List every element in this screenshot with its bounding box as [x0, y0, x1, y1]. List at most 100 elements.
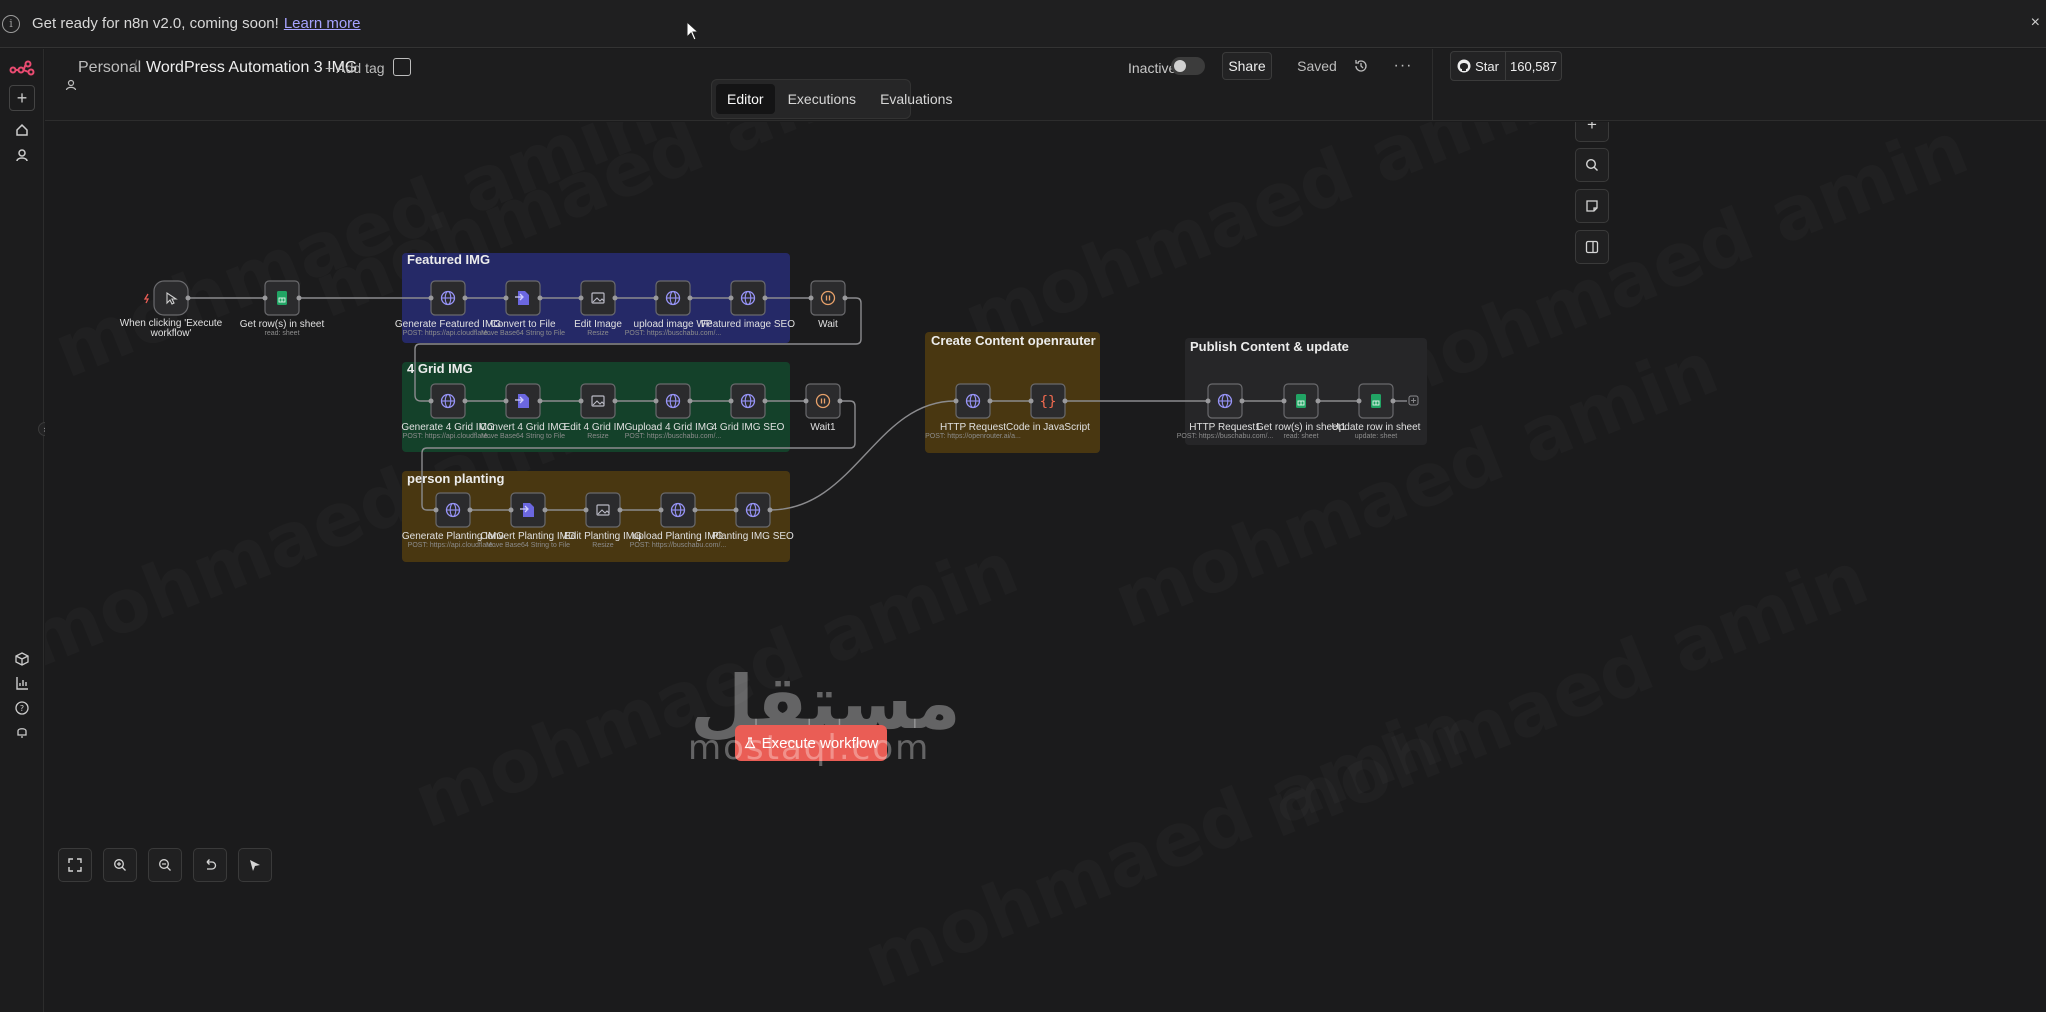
input-handle[interactable]: [1028, 398, 1034, 404]
edit-description-icon[interactable]: [393, 58, 411, 76]
input-handle[interactable]: [578, 398, 584, 404]
add-icon[interactable]: +: [9, 85, 35, 111]
workflow-node-edit-image[interactable]: Edit ImageResize: [574, 280, 622, 337]
tab-executions[interactable]: Executions: [777, 84, 867, 114]
node-subtitle: Resize: [592, 542, 614, 549]
input-handle[interactable]: [428, 295, 434, 301]
github-star-label: Star: [1475, 58, 1499, 74]
input-handle[interactable]: [808, 295, 814, 301]
home-icon[interactable]: [9, 117, 35, 143]
input-handle[interactable]: [1205, 398, 1211, 404]
tab-evaluations[interactable]: Evaluations: [869, 84, 963, 114]
input-handle[interactable]: [653, 295, 659, 301]
group-label-publish: Publish Content & update: [1190, 339, 1349, 354]
input-handle[interactable]: [433, 507, 439, 513]
output-handle[interactable]: [612, 398, 618, 404]
input-handle[interactable]: [803, 398, 809, 404]
output-handle[interactable]: [537, 295, 543, 301]
input-handle[interactable]: [578, 295, 584, 301]
input-handle[interactable]: [503, 398, 509, 404]
node-subtitle: POST: https://api.cloudflare...: [403, 330, 494, 337]
workflow-canvas[interactable]: mohmaed amin mohmaed amin mohmaed amin m…: [45, 122, 2046, 1012]
output-handle[interactable]: [987, 398, 993, 404]
github-star-widget: Star 160,587: [1450, 51, 1562, 81]
input-handle[interactable]: [728, 398, 734, 404]
zoom-out-icon[interactable]: [148, 848, 182, 882]
output-handle[interactable]: [462, 295, 468, 301]
trigger-bolt-icon: [143, 293, 150, 304]
output-handle[interactable]: [762, 295, 768, 301]
input-handle[interactable]: [508, 507, 514, 513]
cube-icon[interactable]: [9, 646, 35, 672]
input-handle[interactable]: [503, 295, 509, 301]
output-handle[interactable]: [612, 295, 618, 301]
input-handle[interactable]: [728, 295, 734, 301]
tidy-up-icon[interactable]: [238, 848, 272, 882]
output-handle[interactable]: [1239, 398, 1245, 404]
google-sheets-icon: [1295, 393, 1307, 409]
output-handle[interactable]: [692, 507, 698, 513]
fit-view-icon[interactable]: [58, 848, 92, 882]
workflow-node-wait[interactable]: Wait: [808, 280, 848, 330]
input-handle[interactable]: [658, 507, 664, 513]
output-handle[interactable]: [687, 295, 693, 301]
github-star-button[interactable]: Star: [1451, 52, 1506, 80]
output-handle[interactable]: [1315, 398, 1321, 404]
add-tag-button[interactable]: + Add tag: [325, 60, 385, 76]
input-handle[interactable]: [653, 398, 659, 404]
input-handle[interactable]: [583, 507, 589, 513]
node-subtitle: POST: https://openrouter.ai/a...: [925, 433, 1021, 440]
node-subtitle: Resize: [587, 330, 609, 337]
output-handle[interactable]: [762, 398, 768, 404]
code-braces-icon: [1039, 394, 1057, 410]
input-handle[interactable]: [953, 398, 959, 404]
output-handle[interactable]: [467, 507, 473, 513]
learn-more-link[interactable]: Learn more: [284, 15, 361, 32]
node-label: upload Planting IMG: [633, 531, 724, 542]
output-handle[interactable]: [537, 398, 543, 404]
input-handle[interactable]: [733, 507, 739, 513]
output-handle[interactable]: [617, 507, 623, 513]
output-handle[interactable]: [842, 295, 848, 301]
panel-toggle-icon[interactable]: [1575, 230, 1609, 264]
insights-chart-icon[interactable]: [9, 670, 35, 696]
undo-icon[interactable]: [193, 848, 227, 882]
n8n-logo-icon[interactable]: [9, 55, 35, 81]
workflow-node-wait1[interactable]: Wait1: [803, 383, 843, 433]
node-label: Wait1: [810, 422, 836, 433]
output-handle[interactable]: [687, 398, 693, 404]
help-icon[interactable]: ?: [9, 695, 35, 721]
breadcrumb-personal[interactable]: Personal: [78, 59, 141, 77]
output-handle[interactable]: [296, 295, 302, 301]
output-handle[interactable]: [837, 398, 843, 404]
search-icon[interactable]: [1575, 148, 1609, 182]
bell-icon[interactable]: [9, 719, 35, 745]
history-icon[interactable]: [1350, 52, 1372, 80]
output-handle[interactable]: [767, 507, 773, 513]
workflow-node-getrows[interactable]: Get row(s) in sheetread: sheet: [240, 280, 325, 337]
user-icon[interactable]: [9, 142, 35, 168]
tab-editor[interactable]: Editor: [716, 84, 775, 114]
input-handle[interactable]: [428, 398, 434, 404]
header-divider: [1432, 49, 1433, 121]
close-icon[interactable]: ×: [2031, 14, 2040, 32]
output-handle[interactable]: [462, 398, 468, 404]
output-handle[interactable]: [1390, 398, 1396, 404]
node-subtitle: read: sheet: [264, 330, 299, 337]
zoom-in-icon[interactable]: [103, 848, 137, 882]
input-handle[interactable]: [262, 295, 268, 301]
more-options-icon[interactable]: ···: [1392, 52, 1414, 80]
node-subtitle: POST: https://buschabu.com/...: [630, 542, 727, 549]
input-handle[interactable]: [1281, 398, 1287, 404]
output-handle[interactable]: [1062, 398, 1068, 404]
share-button[interactable]: Share: [1222, 52, 1272, 80]
sticky-note-icon[interactable]: [1575, 189, 1609, 223]
output-handle[interactable]: [542, 507, 548, 513]
active-toggle[interactable]: [1171, 57, 1205, 75]
add-node-icon[interactable]: +: [1575, 122, 1609, 142]
output-handle[interactable]: [185, 295, 191, 301]
workflow-node-trigger[interactable]: When clicking 'Executeworkflow': [120, 280, 223, 339]
node-label: HTTP Request: [940, 422, 1006, 433]
input-handle[interactable]: [1356, 398, 1362, 404]
node-subtitle: Move Base64 String to File: [481, 330, 565, 337]
